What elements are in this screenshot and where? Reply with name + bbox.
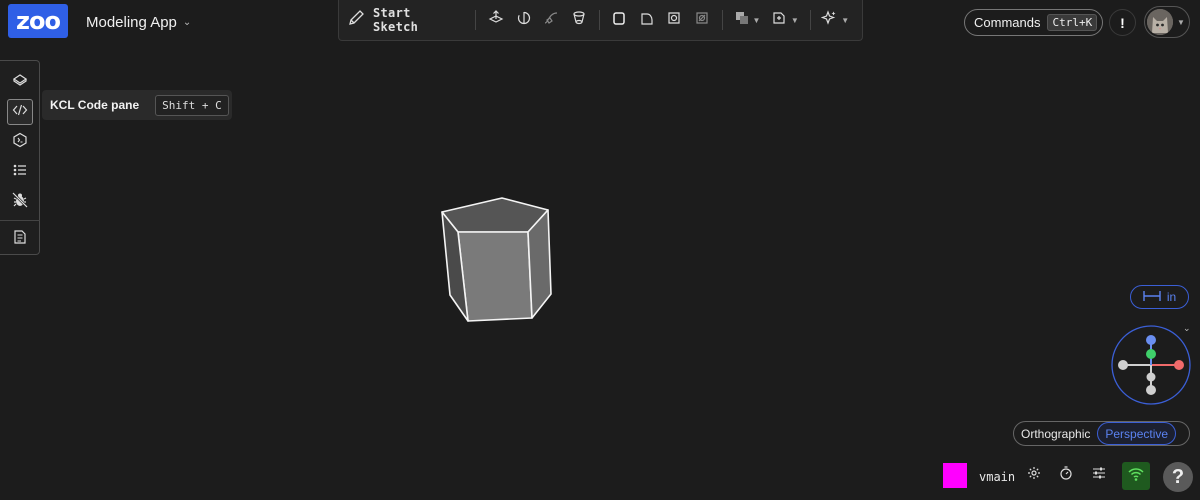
sliders-icon <box>1092 466 1106 485</box>
user-menu-button[interactable]: ▼ <box>1144 6 1190 38</box>
units-label: in <box>1166 290 1177 304</box>
projection-toggle: Orthographic Perspective <box>1013 421 1190 446</box>
pentagonal-prism-model[interactable] <box>430 190 560 335</box>
notifications-button[interactable]: ! <box>1109 9 1136 36</box>
loft-button[interactable] <box>565 6 593 34</box>
commands-shortcut: Ctrl+K <box>1047 14 1098 31</box>
boolean-dropdown[interactable]: ▼ <box>729 6 766 34</box>
branch-label: vmain <box>979 470 1016 484</box>
sidebar-divider <box>0 220 40 221</box>
toolbar-divider <box>721 10 723 30</box>
toolbar-divider <box>809 10 811 30</box>
extrude-button[interactable] <box>482 6 510 34</box>
feature-tree-icon <box>12 72 28 93</box>
shell-button[interactable] <box>606 6 634 34</box>
accent-color-swatch <box>943 463 967 488</box>
chevron-down-icon: ▼ <box>790 15 799 25</box>
app-title: Modeling App <box>86 14 177 31</box>
kcl-docs-button[interactable] <box>7 129 33 155</box>
variables-button[interactable] <box>7 159 33 185</box>
left-sidebar <box>0 60 40 255</box>
commands-label: Commands <box>974 15 1041 30</box>
file-save-icon <box>12 229 28 250</box>
fillet-icon <box>639 10 655 31</box>
modeling-toolbar: Start Sketch ▼ ▼ ▼ <box>338 0 863 41</box>
toolbar-divider <box>598 10 600 30</box>
helix-button[interactable] <box>688 6 716 34</box>
orthographic-option[interactable]: Orthographic <box>1014 422 1097 445</box>
tooltip-shortcut: Shift + C <box>155 94 229 116</box>
project-menu[interactable]: Modeling App ⌄ <box>86 14 191 31</box>
settings-button[interactable] <box>1026 466 1042 485</box>
gear-icon <box>1027 466 1041 485</box>
kcl-docs-icon <box>12 132 28 153</box>
help-button[interactable]: ? <box>1163 462 1193 492</box>
stopwatch-button[interactable] <box>1058 465 1074 485</box>
sweep-icon <box>543 10 559 31</box>
question-icon: ? <box>1171 465 1185 488</box>
zoo-logo[interactable]: zoo <box>8 4 68 38</box>
fillet-button[interactable] <box>633 6 661 34</box>
stopwatch-icon <box>1059 465 1073 485</box>
chevron-down-icon: ▼ <box>841 15 850 25</box>
sweep-button[interactable] <box>538 6 566 34</box>
code-icon <box>12 102 28 123</box>
code-pane-button[interactable] <box>6 99 33 125</box>
plane-icon <box>771 10 787 31</box>
chevron-down-icon: ▼ <box>752 15 761 25</box>
text-to-cad-dropdown[interactable]: ▼ <box>817 6 854 34</box>
code-pane-tooltip: KCL Code pane Shift + C <box>42 90 232 120</box>
files-button[interactable] <box>7 226 33 252</box>
network-status-button[interactable] <box>1122 462 1150 490</box>
boolean-icon <box>735 11 749 30</box>
units-button[interactable]: in <box>1130 285 1189 309</box>
shell-icon <box>611 10 627 31</box>
adjustments-button[interactable] <box>1091 467 1107 483</box>
bug-off-icon <box>11 191 29 214</box>
chamfer-icon <box>666 10 682 31</box>
start-sketch-button[interactable]: Start Sketch <box>347 6 469 34</box>
logo-text: zoo <box>16 7 61 35</box>
revolve-button[interactable] <box>510 6 538 34</box>
loft-icon <box>571 10 587 31</box>
ruler-icon <box>1143 290 1161 305</box>
start-sketch-label: Start Sketch <box>373 6 419 34</box>
avatar <box>1147 9 1173 35</box>
list-icon <box>12 162 28 183</box>
feature-tree-button[interactable] <box>7 69 33 95</box>
revolve-icon <box>516 10 532 31</box>
pencil-icon <box>347 9 365 32</box>
command-palette-button[interactable]: Commands Ctrl+K <box>964 9 1103 36</box>
perspective-option[interactable]: Perspective <box>1097 422 1177 445</box>
chevron-down-icon: ⌄ <box>182 17 192 28</box>
exclamation-icon: ! <box>1120 14 1125 31</box>
sparkles-icon <box>821 9 837 31</box>
toolbar-divider <box>475 10 477 30</box>
debug-button[interactable] <box>7 189 33 215</box>
axis-gizmo[interactable] <box>1110 324 1192 411</box>
helix-icon <box>694 10 710 31</box>
wifi-icon <box>1127 466 1145 487</box>
tooltip-label: KCL Code pane <box>50 98 140 112</box>
plane-dropdown[interactable]: ▼ <box>766 6 803 34</box>
chevron-down-icon: ▼ <box>1177 17 1185 27</box>
extrude-icon <box>488 9 504 31</box>
chamfer-button[interactable] <box>661 6 689 34</box>
